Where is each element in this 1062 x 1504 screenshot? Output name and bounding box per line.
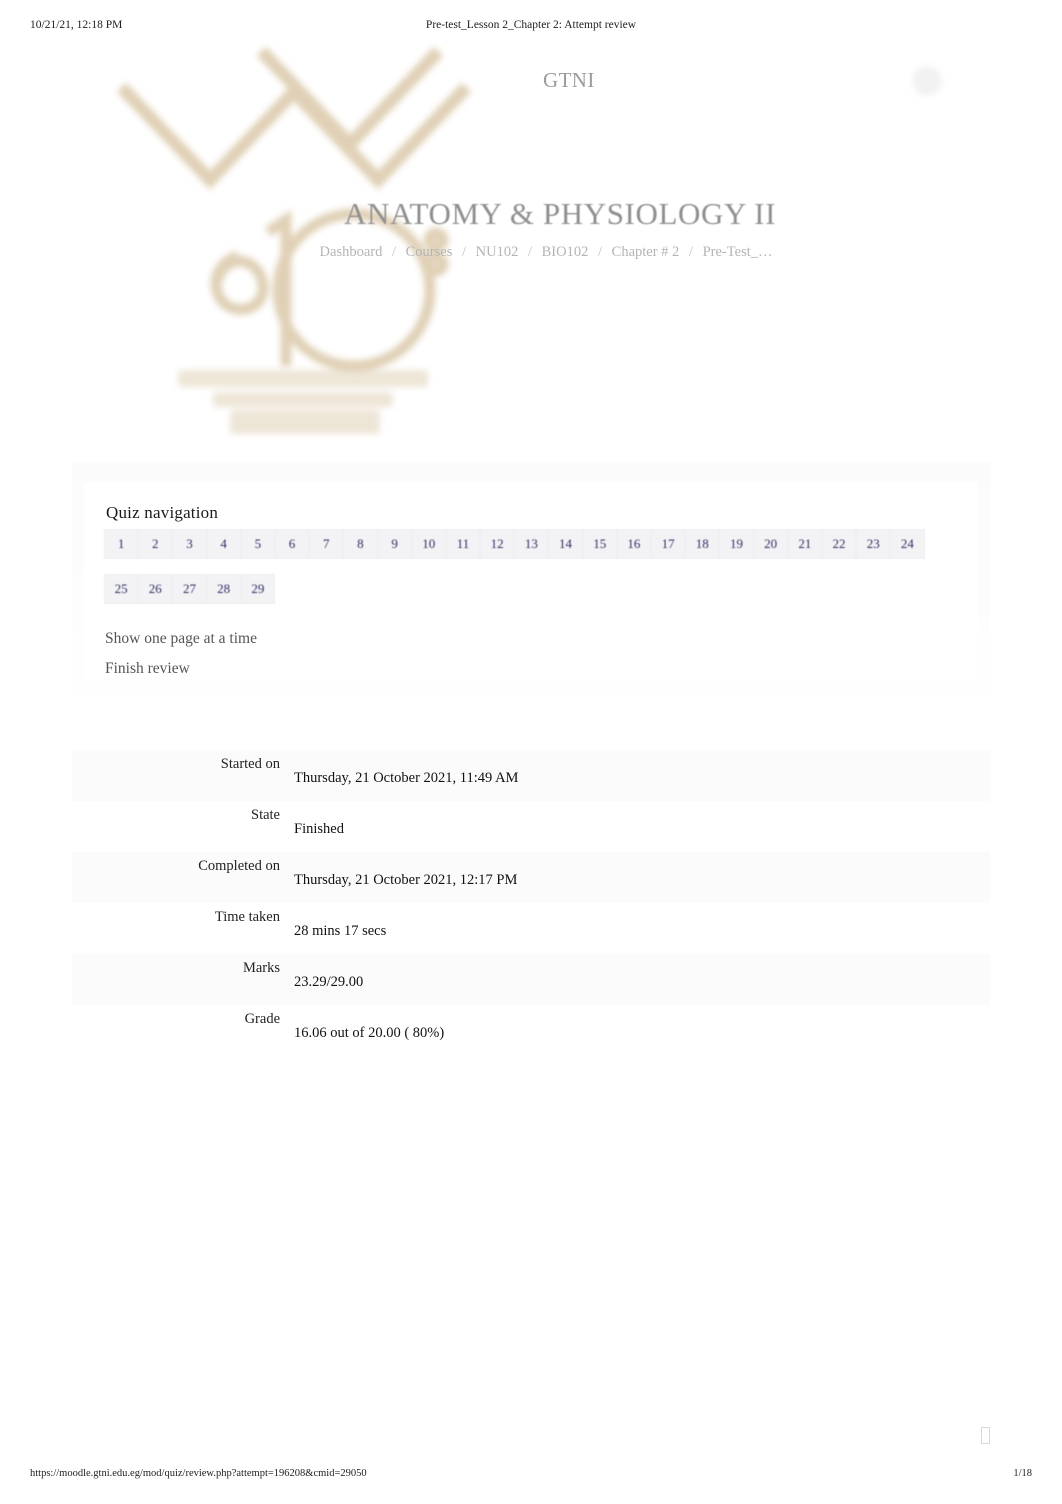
quiz-question-button[interactable]: 13 (514, 529, 549, 559)
quiz-question-button[interactable]: 4 (206, 529, 241, 559)
user-avatar-icon[interactable] (912, 66, 942, 96)
quiz-question-button[interactable]: 24 (890, 529, 925, 559)
attempt-summary-value: 23.29/29.00 (294, 974, 364, 990)
breadcrumb-item-nu102[interactable]: NU102 (476, 244, 519, 260)
quiz-question-button[interactable]: 18 (685, 529, 720, 559)
attempt-summary-row: Marks 23.29/29.00 (72, 954, 990, 1005)
attempt-summary-row: Started on Thursday, 21 October 2021, 11:… (72, 750, 990, 801)
page-title: ANATOMY & PHYSIOLOGY II (343, 196, 776, 231)
attempt-summary-table: Started on Thursday, 21 October 2021, 11:… (72, 750, 990, 1056)
page-head: ANATOMY & PHYSIOLOGY II Dashboard / Cour… (0, 196, 1062, 261)
breadcrumb-separator: / (598, 244, 603, 260)
breadcrumb-separator: / (527, 244, 533, 260)
show-one-page-at-a-time-link[interactable]: Show one page at a time (105, 630, 257, 648)
quiz-question-button[interactable]: 19 (719, 529, 754, 559)
breadcrumb-item-chapter2[interactable]: Chapter # 2 (612, 244, 680, 260)
site-brand[interactable]: GTNI (543, 68, 595, 93)
quiz-question-button[interactable]: 12 (480, 529, 515, 559)
print-header: 10/21/21, 12:18 PM Pre-test_Lesson 2_Cha… (0, 16, 1062, 34)
quiz-question-button[interactable]: 17 (651, 529, 686, 559)
attempt-summary-label: Marks (242, 960, 280, 976)
quiz-navigation-buttons: 1 2 3 4 5 6 7 8 9 10 11 12 13 14 15 16 17 18 19 20 21 22 23 24 2… (104, 529, 934, 619)
attempt-summary-row: Completed on Thursday, 21 October 2021, 1… (72, 852, 990, 903)
quiz-question-button[interactable]: 21 (787, 529, 822, 559)
quiz-question-button[interactable]: 26 (138, 574, 173, 604)
quiz-question-button[interactable]: 23 (856, 529, 891, 559)
quiz-question-button[interactable]: 3 (172, 529, 207, 559)
attempt-summary-label: Time taken (214, 909, 280, 925)
quiz-question-button[interactable]: 14 (548, 529, 583, 559)
attempt-summary-label: Completed on (198, 858, 280, 874)
print-footer-url: https://moodle.gtni.edu.eg/mod/quiz/revi… (30, 1468, 367, 1479)
attempt-summary-value: 16.06 out of 20.00 ( 80%) (294, 1025, 445, 1041)
print-footer-page: 1/18 (1013, 1468, 1032, 1479)
quiz-question-button[interactable]: 28 (206, 574, 241, 604)
quiz-question-button[interactable]: 7 (309, 529, 344, 559)
quiz-question-button[interactable]: 27 (172, 574, 207, 604)
print-document-title: Pre-test_Lesson 2_Chapter 2: Attempt rev… (425, 19, 637, 31)
attempt-summary-value: Thursday, 21 October 2021, 11:49 AM (294, 770, 519, 786)
attempt-summary-label: Grade (244, 1011, 280, 1027)
attempt-summary-value: Thursday, 21 October 2021, 12:17 PM (294, 872, 518, 888)
quiz-question-button[interactable]: 20 (753, 529, 788, 559)
breadcrumb-separator: / (391, 244, 397, 260)
attempt-summary-row: State Finished (72, 801, 990, 852)
finish-review-link[interactable]: Finish review (105, 660, 257, 678)
quiz-question-button[interactable]: 11 (445, 529, 481, 559)
quiz-question-button[interactable]: 8 (343, 529, 378, 559)
attempt-summary-label: Started on (220, 756, 280, 772)
attempt-summary-value: Finished (294, 821, 344, 837)
quiz-navigation-links: Show one page at a time Finish review (105, 630, 257, 690)
breadcrumb-item-bio102[interactable]: BIO102 (542, 244, 589, 260)
print-footer: https://moodle.gtni.edu.eg/mod/quiz/revi… (0, 1468, 1062, 1484)
quiz-question-button[interactable]: 29 (240, 574, 275, 604)
breadcrumb: Dashboard / Courses / NU102 / BIO102 / C… (0, 244, 1062, 261)
quiz-question-button[interactable]: 15 (582, 529, 617, 559)
attempt-summary-value: 28 mins 17 secs (294, 923, 387, 939)
missing-glyph-icon (981, 1427, 990, 1444)
quiz-question-button[interactable]: 6 (274, 529, 310, 559)
attempt-summary-label: State (251, 807, 280, 823)
quiz-question-button[interactable]: 2 (138, 529, 173, 559)
breadcrumb-item-pretest[interactable]: Pre-Test_… (703, 244, 773, 260)
attempt-summary-row: Grade 16.06 out of 20.00 ( 80%) (72, 1005, 990, 1056)
attempt-summary-row: Time taken 28 mins 17 secs (72, 903, 990, 954)
quiz-question-button[interactable]: 9 (377, 529, 412, 559)
quiz-question-button[interactable]: 25 (104, 574, 139, 604)
breadcrumb-separator: / (462, 244, 467, 260)
quiz-question-button[interactable]: 16 (616, 529, 651, 559)
quiz-question-button[interactable]: 10 (411, 529, 446, 559)
breadcrumb-item-courses[interactable]: Courses (406, 244, 453, 260)
breadcrumb-separator: / (688, 244, 693, 260)
quiz-question-button[interactable]: 1 (104, 529, 139, 559)
breadcrumb-item-dashboard[interactable]: Dashboard (320, 244, 383, 260)
quiz-question-button[interactable]: 22 (821, 529, 857, 559)
quiz-navigation-title: Quiz navigation (106, 503, 219, 522)
quiz-question-button[interactable]: 5 (240, 529, 275, 559)
site-header: GTNI (0, 60, 1062, 104)
